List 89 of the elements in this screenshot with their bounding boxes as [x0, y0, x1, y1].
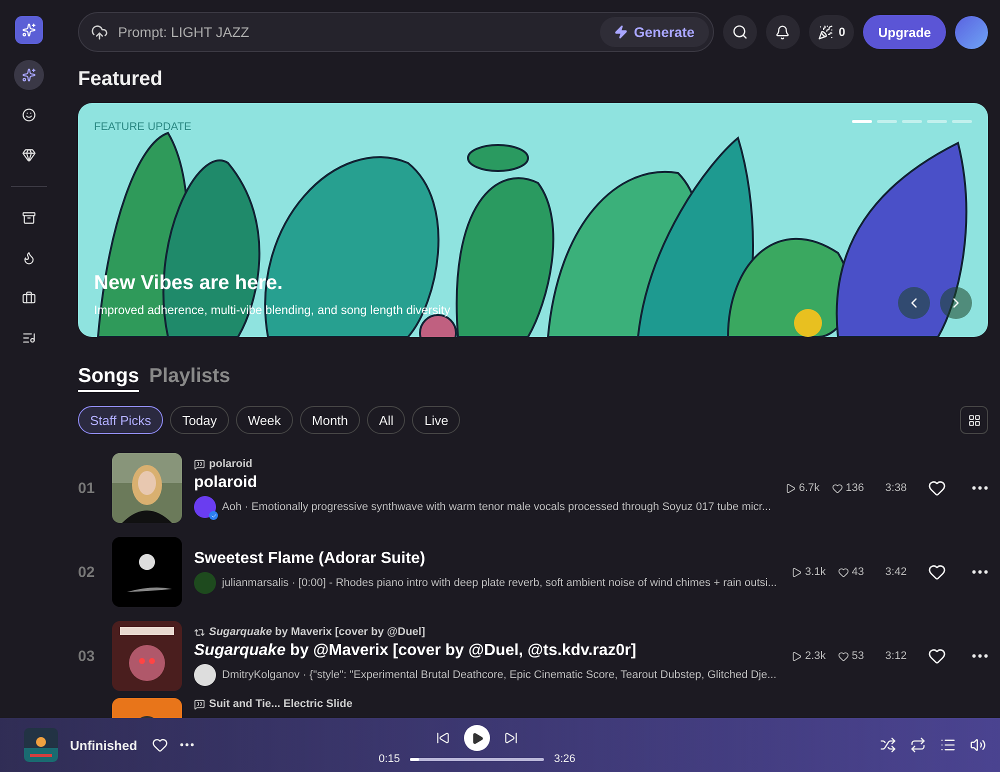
verified-badge [209, 511, 218, 520]
banner-eyebrow: FEATURE UPDATE [94, 121, 192, 133]
grid-view-button[interactable] [960, 406, 988, 434]
heart-icon [928, 563, 946, 581]
previous-button[interactable] [436, 731, 450, 745]
repeat-icon [194, 626, 205, 638]
volume-icon[interactable] [970, 737, 986, 753]
repeat-icon[interactable] [910, 737, 926, 753]
song-source[interactable]: Sugarquake by Maverix [cover by @Duel] [194, 626, 779, 638]
heart-icon [838, 566, 849, 578]
song-description: DmitryKolganov · {"style": "Experimental Brutal Deathcore, Epic Cinematic Score, Tearout Dubstep, Glitched Dje... [222, 669, 776, 681]
more-icon [180, 743, 194, 747]
play-icon [784, 482, 796, 494]
more-button[interactable] [972, 486, 988, 490]
current-time: 0:15 [378, 753, 400, 765]
song-title[interactable]: Sugarquake by @Maverix [cover by @Duel, @ts.kdv.raz0r] [194, 642, 779, 660]
next-button[interactable] [940, 287, 972, 319]
speech-bubble-icon [194, 458, 205, 470]
heart-icon [832, 482, 843, 494]
sparkle-icon[interactable] [14, 60, 44, 90]
song-description: julianmarsalis · [0:00] - Rhodes piano intro with deep plate reverb, soft ambient noise of wind chimes + rain outsi... [222, 577, 777, 589]
song-source[interactable]: polaroid [194, 458, 773, 470]
more-icon [972, 570, 988, 574]
song-duration: 3:12 [884, 650, 908, 662]
notification-button[interactable] [766, 15, 800, 49]
play-count: 6.7k [784, 482, 820, 494]
play-button[interactable] [464, 725, 490, 751]
progress-track[interactable] [410, 758, 544, 760]
song-title[interactable]: polaroid [194, 474, 773, 492]
heart-icon [928, 647, 946, 665]
filter-chip[interactable]: Live [412, 406, 460, 434]
shuffle-icon[interactable] [880, 737, 896, 753]
track-title: Unfinished [70, 738, 138, 752]
filter-chip[interactable]: Month [300, 406, 360, 434]
queue-icon[interactable] [940, 737, 956, 753]
song-rank: 01 [78, 480, 96, 496]
song-title[interactable]: Sweetest Flame (Adorar Suite) [194, 550, 779, 568]
song-duration: 3:38 [884, 482, 908, 494]
upload-icon[interactable] [91, 24, 108, 40]
heart-icon [152, 737, 168, 753]
like-button[interactable] [928, 479, 946, 497]
filter-chip[interactable]: Today [170, 406, 229, 434]
more-button[interactable] [180, 743, 194, 747]
song-source[interactable]: Suit and Tie... Electric Slide [194, 698, 988, 710]
play-icon [470, 732, 484, 744]
avatar[interactable] [955, 16, 988, 48]
party-popper-icon [818, 24, 833, 40]
like-count: 53 [838, 650, 864, 662]
more-icon [972, 486, 988, 490]
play-count: 3.1k [790, 566, 826, 578]
song-rank: 03 [78, 648, 96, 664]
speech-bubble-icon [194, 698, 205, 710]
heart-icon [838, 650, 849, 662]
filter-chip[interactable]: Week [236, 406, 293, 434]
skip-back-icon [436, 731, 450, 745]
like-button[interactable] [928, 647, 946, 665]
song-duration: 3:42 [884, 566, 908, 578]
upgrade-button[interactable]: Upgrade [863, 15, 946, 49]
bell-icon [775, 24, 790, 40]
play-count: 2.3k [790, 650, 826, 662]
next-button[interactable] [504, 731, 518, 745]
more-button[interactable] [972, 654, 988, 658]
section-heading: Featured [78, 68, 164, 91]
like-button[interactable] [152, 737, 168, 753]
grid-icon [968, 414, 980, 426]
search-button[interactable] [722, 15, 757, 49]
skip-forward-icon [504, 731, 518, 745]
search-icon [732, 24, 748, 40]
heart-icon [928, 479, 946, 497]
credits-button[interactable]: 0 [808, 15, 854, 49]
play-icon [790, 566, 802, 578]
lightning-icon [614, 25, 628, 39]
tab[interactable]: Playlists [149, 365, 230, 392]
author-avatar[interactable] [194, 664, 216, 686]
like-count: 136 [832, 482, 864, 494]
generate-button[interactable]: Generate [600, 17, 709, 47]
filter-chip[interactable]: All [367, 406, 406, 434]
prompt-field[interactable]: Prompt: LIGHT JAZZ Generate [78, 12, 714, 52]
like-count: 43 [838, 566, 864, 578]
total-time: 3:26 [554, 753, 576, 765]
song-rank: 02 [78, 564, 96, 580]
song-description: Aoh · Emotionally progressive synthwave with warm tenor male vocals processed through Soyuz 017 tube micr... [222, 501, 772, 513]
tab[interactable]: Songs [78, 365, 140, 392]
more-icon [972, 654, 988, 658]
filter-chip[interactable]: Staff Picks [78, 406, 164, 434]
play-icon [790, 650, 802, 662]
more-button[interactable] [972, 570, 988, 574]
like-button[interactable] [928, 563, 946, 581]
app-logo[interactable] [15, 16, 43, 44]
